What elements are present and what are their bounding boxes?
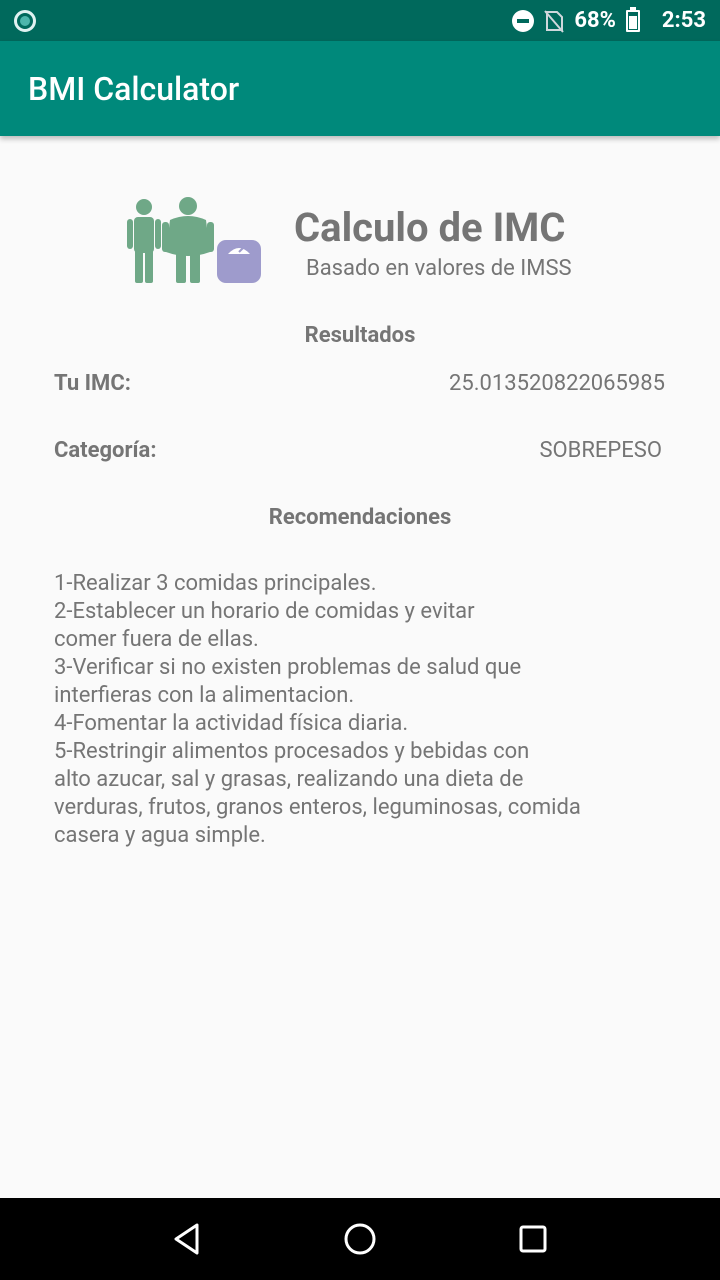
notification-icon [14, 9, 36, 32]
back-icon [174, 1223, 199, 1255]
category-label: Categoría: [54, 438, 157, 463]
back-button[interactable] [157, 1209, 217, 1269]
header: Calculo de IMC Basado en valores de IMSS [0, 190, 720, 290]
recents-icon [519, 1225, 547, 1253]
page-title: Calculo de IMC [294, 204, 566, 251]
category-value: SOBREPESO [539, 438, 662, 463]
results-heading: Resultados [304, 323, 416, 348]
home-icon [344, 1223, 376, 1255]
imc-label: Tu IMC: [54, 371, 131, 396]
recommendations-text: 1-Realizar 3 comidas principales. 2-Esta… [54, 571, 581, 848]
imc-value: 25.013520822065985 [449, 371, 665, 396]
navigation-bar [0, 1198, 720, 1280]
battery-icon [625, 6, 640, 32]
people-scale-icon [127, 197, 261, 283]
do-not-disturb-icon [512, 9, 535, 32]
app-bar: BMI Calculator [0, 41, 720, 136]
home-button[interactable] [330, 1209, 390, 1269]
recents-button[interactable] [503, 1209, 563, 1269]
page-subtitle: Basado en valores de IMSS [306, 256, 572, 281]
no-sim-icon [544, 9, 565, 33]
recommendations-heading: Recomendaciones [268, 505, 452, 530]
battery-percent: 68% [574, 8, 616, 33]
clock: 2:53 [661, 8, 706, 33]
status-bar: 68% 2:53 [0, 0, 720, 41]
app-title: BMI Calculator [28, 69, 240, 108]
